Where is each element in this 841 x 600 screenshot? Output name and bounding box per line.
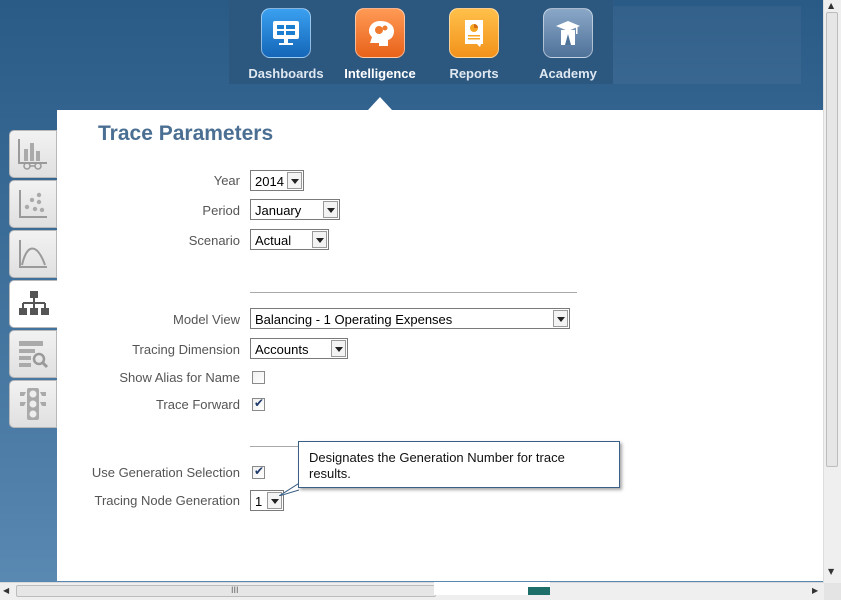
period-label: Period: [202, 203, 240, 218]
node-generation-label: Tracing Node Generation: [94, 493, 241, 508]
trace-forward-label: Trace Forward: [155, 397, 240, 412]
tracing-dimension-value: Accounts: [255, 342, 309, 357]
scenario-select[interactable]: Actual: [250, 229, 329, 250]
tab-bar-chart[interactable]: [9, 130, 57, 178]
model-view-value: Balancing - 1 Operating Expenses: [255, 312, 453, 327]
tab-curve-chart[interactable]: [9, 230, 57, 278]
show-alias-label: Show Alias for Name: [119, 370, 240, 385]
tab-traffic-light[interactable]: [9, 380, 57, 428]
use-generation-checkbox[interactable]: ✔: [252, 464, 265, 479]
scenario-label: Scenario: [188, 233, 240, 248]
chevron-down-icon: [553, 310, 568, 327]
left-toolbar: [9, 130, 57, 430]
scenario-value: Actual: [255, 233, 292, 248]
tracing-dimension-select[interactable]: Accounts: [250, 338, 348, 359]
model-view-label: Model View: [173, 312, 240, 327]
tab-report-search[interactable]: [9, 330, 57, 378]
tab-scatter-chart[interactable]: [9, 180, 57, 228]
chevron-down-icon: [287, 172, 302, 189]
chevron-down-icon: [331, 340, 346, 357]
dashboards-icon: [261, 8, 311, 58]
nav-intelligence[interactable]: Intelligence: [334, 8, 426, 81]
year-value: 2014: [255, 174, 284, 189]
vertical-scrollbar[interactable]: ▲ ▼: [823, 0, 841, 583]
checkmark-icon: ✔: [254, 396, 265, 410]
nav-reports[interactable]: Reports: [428, 8, 520, 81]
intelligence-icon: [355, 8, 405, 58]
section-divider: [250, 292, 577, 293]
scroll-left-icon[interactable]: ◀: [3, 586, 9, 595]
model-view-select[interactable]: Balancing - 1 Operating Expenses: [250, 308, 570, 329]
nav-label-reports: Reports: [449, 66, 499, 81]
chevron-down-icon: [312, 231, 327, 248]
nav-label-academy: Academy: [539, 66, 597, 81]
use-generation-label: Use Generation Selection: [91, 465, 240, 480]
page-title: Trace Parameters: [98, 122, 274, 145]
bottom-strip-accent: [528, 587, 550, 595]
trace-parameters-panel: Trace Parameters Year 2014 Period Januar…: [57, 110, 824, 581]
nav-label-dashboards: Dashboards: [248, 66, 324, 81]
year-select[interactable]: 2014: [250, 170, 304, 191]
scroll-up-icon[interactable]: ▲: [828, 1, 834, 10]
bar-chart-icon: [18, 139, 47, 170]
traffic-light-icon: [20, 388, 46, 420]
horizontal-scroll-thumb[interactable]: III: [16, 585, 436, 597]
chevron-down-icon: [323, 201, 338, 218]
active-nav-pointer: [368, 97, 392, 110]
scatter-chart-icon: [19, 190, 47, 218]
period-select[interactable]: January: [250, 199, 340, 220]
show-alias-checkbox[interactable]: [252, 371, 265, 384]
report-search-icon: [19, 341, 49, 369]
nav-dashboards[interactable]: Dashboards: [240, 8, 332, 81]
vertical-scroll-thumb[interactable]: [826, 12, 838, 467]
nav-academy[interactable]: Academy: [522, 8, 614, 81]
nav-label-intelligence: Intelligence: [344, 66, 416, 81]
trace-forward-checkbox[interactable]: ✔: [252, 396, 265, 411]
node-generation-value: 1: [255, 494, 263, 509]
horizontal-scrollbar[interactable]: ◀ III ▶: [0, 582, 824, 600]
section-divider: [250, 446, 300, 447]
period-value: January: [255, 203, 302, 218]
scroll-grip: III: [231, 585, 239, 595]
tooltip: Designates the Generation Number for tra…: [298, 441, 620, 488]
scroll-corner: [824, 583, 841, 600]
reports-icon: [449, 8, 499, 58]
academy-icon: [543, 8, 593, 58]
hierarchy-icon: [18, 291, 49, 315]
year-label: Year: [213, 173, 240, 188]
tracing-dimension-label: Tracing Dimension: [132, 342, 240, 357]
curve-chart-icon: [19, 240, 47, 268]
scroll-right-icon[interactable]: ▶: [812, 586, 818, 595]
checkmark-icon: ✔: [254, 464, 265, 478]
scroll-down-icon[interactable]: ▼: [828, 567, 834, 576]
tab-hierarchy[interactable]: [9, 280, 57, 328]
